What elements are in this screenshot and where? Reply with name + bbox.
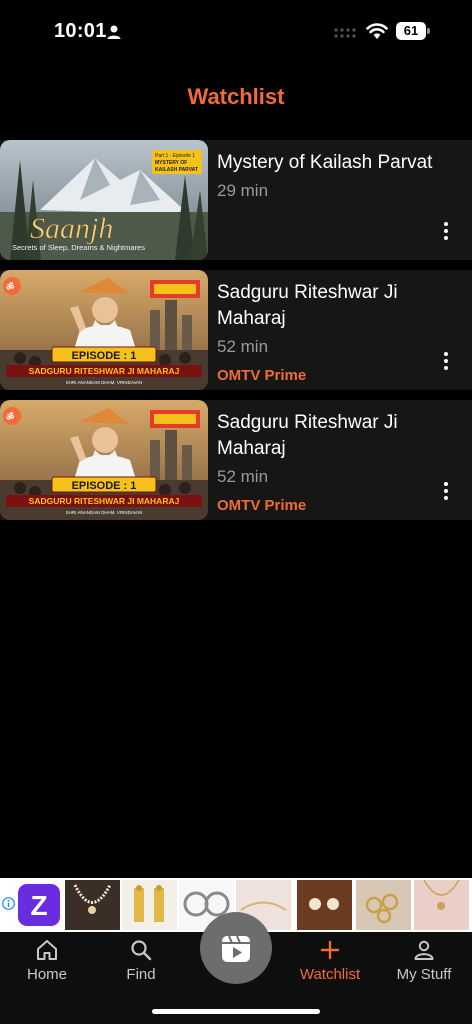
item-duration: 29 min [217, 181, 269, 200]
thumbnail-badge-line1: Part 1 - Episode 1 [155, 153, 195, 159]
thumbnail-sadguru[interactable]: ॐ EPISODE : 1 SADGURU RITESHWAR JI MAHAR… [0, 400, 208, 520]
page-title: Watchlist [187, 84, 285, 109]
ad-product-tassel-earrings[interactable] [122, 880, 177, 930]
plus-icon [320, 940, 340, 960]
tab-my-stuff[interactable]: My Stuff [377, 938, 471, 983]
home-icon [37, 940, 57, 960]
list-item[interactable]: ॐ EPISODE : 1 SADGURU RITESHWAR JI MAHAR… [0, 400, 472, 520]
tab-watchlist[interactable]: Watchlist [283, 938, 377, 983]
list-item[interactable]: Part 1 - Episode 1 MYSTERY OF KAILASH PA… [0, 140, 472, 260]
shorts-button[interactable] [200, 912, 272, 984]
thumbnail-episode: EPISODE : 1 [72, 480, 137, 492]
more-options-icon[interactable] [438, 480, 454, 502]
person-icon [414, 940, 434, 960]
thumbnail-badge-line3: KAILASH PARVAT [155, 167, 198, 173]
thumbnail-name: SADGURU RITESHWAR JI MAHARAJ [29, 496, 180, 506]
item-channel: OMTV Prime [217, 497, 307, 514]
tab-home[interactable]: Home [0, 938, 94, 983]
svg-text:ॐ: ॐ [6, 412, 14, 423]
item-title[interactable]: Sadguru Riteshwar Ji Maharaj [217, 280, 467, 332]
svg-text:ॐ: ॐ [6, 282, 14, 293]
person-status-icon [107, 25, 121, 39]
thumbnail-image: Part 1 - Episode 1 MYSTERY OF KAILASH PA… [0, 140, 208, 260]
ad-product-pearl-necklace[interactable] [65, 880, 120, 930]
item-duration: 52 min [217, 467, 269, 486]
search-icon [131, 940, 152, 961]
tab-find[interactable]: Find [94, 938, 188, 983]
item-channel: OMTV Prime [217, 367, 307, 384]
home-indicator [152, 1009, 320, 1014]
thumbnail-sadguru[interactable]: ॐ EPISODE : 1 SADGURU RITESHWAR JI MAHAR… [0, 270, 208, 390]
more-options-icon[interactable] [438, 220, 454, 242]
thumbnail-image: ॐ EPISODE : 1 SADGURU RITESHWAR JI MAHAR… [0, 270, 208, 390]
zaamo-logo[interactable]: Z [18, 884, 60, 926]
thumbnail-episode: EPISODE : 1 [72, 350, 137, 362]
ad-info-icon[interactable] [2, 897, 15, 910]
clapperboard-play-icon [222, 935, 250, 962]
thumbnail-kailash[interactable]: Part 1 - Episode 1 MYSTERY OF KAILASH PA… [0, 140, 208, 260]
cellular-signal-icon [334, 28, 356, 38]
thumbnail-tagline: Secrets of Sleep, Dreams & Nightmares [12, 243, 145, 252]
tab-label: Home [26, 966, 67, 983]
watchlist: Part 1 - Episode 1 MYSTERY OF KAILASH PA… [0, 140, 472, 530]
thumbnail-place: SHRI ANANDAM DHAM, VRINDAVAN [66, 380, 143, 385]
status-time: 10:01 [54, 20, 107, 42]
wifi-icon [366, 23, 388, 39]
tab-label: Watchlist [299, 966, 361, 983]
thumbnail-brand: Saanjh [30, 212, 113, 245]
item-duration: 52 min [217, 337, 269, 356]
thumbnail-place: SHRI ANANDAM DHAM, VRINDAVAN [66, 510, 143, 515]
ad-logo-letter: Z [30, 890, 47, 921]
ad-product-stud-earrings[interactable] [297, 880, 352, 930]
item-title[interactable]: Mystery of Kailash Parvat [217, 150, 467, 176]
tab-label: My Stuff [396, 966, 452, 983]
thumbnail-image: ॐ EPISODE : 1 SADGURU RITESHWAR JI MAHAR… [0, 400, 208, 520]
ad-product-rings[interactable] [356, 880, 411, 930]
thumbnail-badge-line2: MYSTERY OF [155, 160, 187, 166]
battery-level: 61 [396, 22, 426, 40]
list-item[interactable]: ॐ EPISODE : 1 SADGURU RITESHWAR JI MAHAR… [0, 270, 472, 390]
ad-product-pendant-necklace[interactable] [414, 880, 469, 930]
status-bar: 10:01 61 [0, 0, 472, 64]
more-options-icon[interactable] [438, 350, 454, 372]
item-title[interactable]: Sadguru Riteshwar Ji Maharaj [217, 410, 467, 462]
thumbnail-name: SADGURU RITESHWAR JI MAHARAJ [29, 366, 180, 376]
tab-label: Find [126, 966, 156, 983]
battery-indicator: 61 [396, 22, 430, 40]
